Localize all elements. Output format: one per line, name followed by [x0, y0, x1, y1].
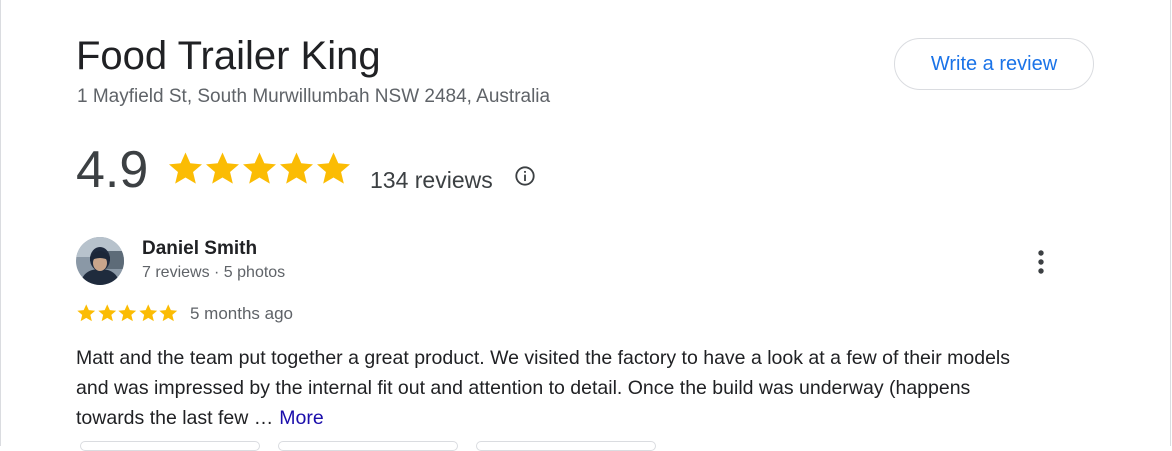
reviewer-name[interactable]: Daniel Smith — [142, 238, 257, 260]
reviewer-meta: 7 reviews · 5 photos — [142, 264, 286, 281]
business-address: 1 Mayfield St, South Murwillumbah NSW 24… — [77, 86, 551, 107]
star-icon — [280, 152, 313, 184]
more-vert-icon[interactable] — [1030, 248, 1052, 276]
info-icon[interactable] — [514, 165, 536, 187]
star-icon — [159, 304, 178, 322]
photo-chips — [80, 441, 656, 451]
write-review-button[interactable]: Write a review — [894, 38, 1094, 90]
star-icon — [317, 152, 350, 184]
star-icon — [169, 152, 202, 184]
average-rating: 4.9 — [76, 141, 149, 199]
chip[interactable] — [278, 441, 458, 451]
star-icon — [206, 152, 239, 184]
rating-stars — [167, 150, 352, 187]
review-body: Matt and the team put together a great p… — [76, 347, 1010, 429]
chip[interactable] — [476, 441, 656, 451]
review-time: 5 months ago — [190, 304, 294, 323]
more-link[interactable]: More — [279, 407, 323, 429]
star-icon — [243, 152, 276, 184]
review-count[interactable]: 134 reviews — [370, 166, 493, 194]
review-text: Matt and the team put together a great p… — [76, 343, 1036, 433]
business-name: Food Trailer King — [76, 34, 381, 78]
avatar-image — [76, 237, 124, 285]
review-stars — [76, 303, 179, 323]
chip[interactable] — [80, 441, 260, 451]
star-icon — [138, 304, 157, 322]
star-icon — [118, 304, 137, 322]
star-icon — [97, 304, 116, 322]
star-icon — [77, 304, 96, 322]
reviewer-avatar[interactable] — [76, 237, 124, 285]
